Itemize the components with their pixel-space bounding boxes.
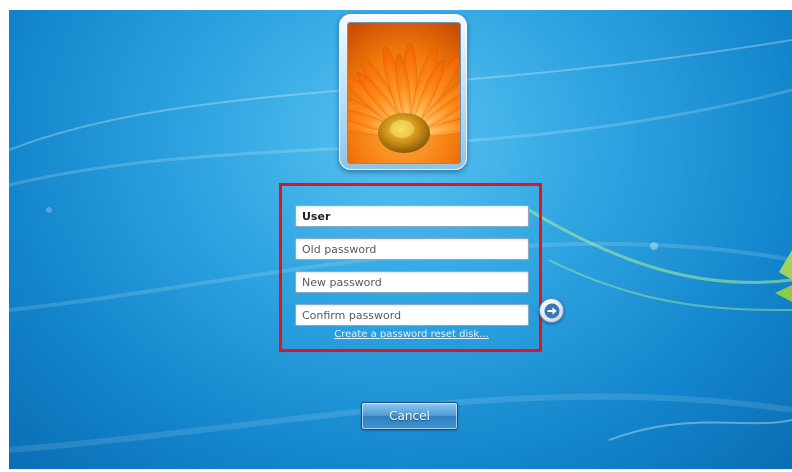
arrow-right-icon: [544, 303, 560, 319]
windows-login-screen: Create a password reset disk... Cancel: [9, 10, 792, 469]
create-password-reset-disk-link[interactable]: Create a password reset disk...: [299, 329, 524, 340]
flower-avatar-icon: [347, 22, 461, 164]
user-name-field[interactable]: [295, 205, 529, 227]
cancel-button[interactable]: Cancel: [361, 402, 458, 430]
new-password-field[interactable]: [295, 271, 529, 293]
user-avatar-frame: [339, 14, 467, 170]
submit-arrow-button[interactable]: [539, 298, 564, 323]
old-password-field[interactable]: [295, 238, 529, 260]
password-change-form: [279, 183, 542, 352]
confirm-password-field[interactable]: [295, 304, 529, 326]
